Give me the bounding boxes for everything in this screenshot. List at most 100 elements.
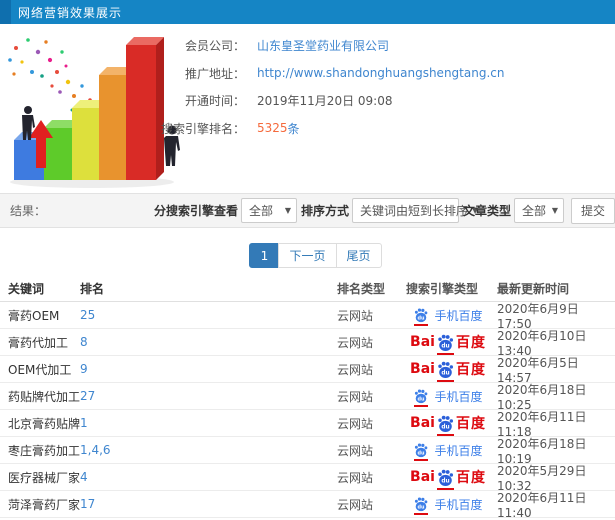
rank-count-value: 5325	[257, 121, 288, 136]
rank-type-cell: 云网站	[337, 470, 374, 485]
rank-type-cell: 云网站	[337, 308, 374, 323]
baidu-logo-icon: du	[436, 468, 455, 490]
result-label: 结果：	[10, 204, 47, 218]
keyword-rank-table: 关键词 排名 排名类型 搜索引擎类型 最新更新时间 膏药OEM 25 云网站 d…	[0, 276, 615, 520]
promo-url-link[interactable]: http://www.shandonghuangshengtang.cn	[257, 66, 504, 80]
updated-cell: 2020年6月11日 11:40	[497, 490, 587, 520]
rank-type-cell: 云网站	[337, 335, 374, 350]
rank-link[interactable]: 27	[80, 389, 337, 403]
mobile-baidu-icon: du	[413, 388, 429, 407]
open-time-value: 2019年11月20日 09:08	[257, 94, 393, 109]
svg-text:du: du	[441, 370, 449, 376]
table-row: OEM代加工 9 云网站 Bai du 百度 2020年6月5日 14:57	[0, 356, 615, 385]
baidu-logo-text: Bai	[410, 334, 435, 350]
header-updated: 最新更新时间	[497, 282, 570, 296]
mobile-baidu-icon: du	[413, 442, 429, 461]
table-row: 膏药OEM 25 云网站 du 手机百度 2020年6月9日 17:50	[0, 302, 615, 331]
chevron-down-icon: ▼	[284, 206, 291, 215]
engine-label: 手机百度	[434, 497, 483, 512]
rank-type-cell: 云网站	[337, 497, 374, 512]
keyword-cell: 膏药代加工	[8, 335, 69, 350]
keyword-cell: 膏药OEM	[8, 308, 60, 323]
rank-link[interactable]: 9	[80, 362, 337, 376]
engine-cell: Bai du 百度	[399, 332, 497, 355]
engine-filter-label: 分搜索引擎查看	[153, 204, 238, 218]
rank-type-cell: 云网站	[337, 389, 374, 404]
engine-filter-select[interactable]: 全部 ▼	[240, 198, 297, 223]
company-name-link[interactable]: 山东皇圣堂药业有限公司	[257, 37, 389, 54]
engine-cell: du 手机百度	[399, 442, 497, 461]
table-row: 药贴牌代加工 27 云网站 du 手机百度 2020年6月18日 10:25	[0, 383, 615, 412]
keyword-cell: 药贴牌代加工	[8, 389, 81, 404]
last-page-button[interactable]: 尾页	[335, 243, 382, 268]
rank-link[interactable]: 4	[80, 470, 337, 484]
svg-text:du: du	[441, 478, 449, 484]
baidu-logo-text: Bai	[410, 415, 435, 431]
keyword-cell: 北京膏药贴牌	[8, 416, 81, 431]
engine-cell: Bai du 百度	[399, 359, 497, 382]
table-body: 膏药OEM 25 云网站 du 手机百度 2020年6月9日 17:50 膏药代加…	[0, 302, 615, 520]
header-rank: 排名	[80, 282, 105, 296]
rank-count-unit: 条	[287, 121, 300, 136]
submit-button[interactable]: 提交	[571, 197, 615, 224]
rank-link[interactable]: 1,4,6	[80, 443, 337, 457]
open-time-label: 开通时间：	[184, 94, 245, 109]
baidu-logo-cn: 百度	[455, 335, 486, 351]
engine-cell: du 手机百度	[399, 496, 497, 515]
title-bar-edge	[0, 0, 11, 24]
svg-text:du: du	[418, 504, 426, 510]
chevron-down-icon: ▼	[551, 206, 558, 215]
page: 网络营销效果展示 会员公司： 山东皇圣堂药业有限公司 推广地址： http://…	[0, 0, 615, 520]
page-1-button[interactable]: 1	[249, 243, 280, 268]
baidu-logo-cn: 百度	[455, 362, 486, 378]
info-section: 会员公司： 山东皇圣堂药业有限公司 推广地址： http://www.shand…	[0, 24, 615, 193]
rank-type-cell: 云网站	[337, 416, 374, 431]
rank-type-cell: 云网站	[337, 362, 374, 377]
info-row-rank-count: 搜索引擎排名： 5325 条	[125, 115, 504, 143]
svg-text:du: du	[441, 424, 449, 430]
baidu-logo-text: Bai	[410, 361, 435, 377]
table-row: 枣庄膏药加工 1,4,6 云网站 du 手机百度 2020年6月18日 10:19	[0, 437, 615, 466]
company-label: 会员公司：	[184, 39, 245, 54]
engine-label: 手机百度	[434, 308, 483, 323]
keyword-cell: 枣庄膏药加工	[8, 443, 81, 458]
rank-link[interactable]: 17	[80, 497, 337, 511]
article-type-select[interactable]: 全部 ▼	[514, 198, 564, 223]
header-keyword: 关键词	[8, 282, 45, 296]
rank-link[interactable]: 8	[80, 335, 337, 349]
company-info: 会员公司： 山东皇圣堂药业有限公司 推广地址： http://www.shand…	[125, 32, 504, 142]
keyword-cell: 菏泽膏药厂家	[8, 497, 81, 512]
rank-link[interactable]: 1	[80, 416, 337, 430]
engine-cell: Bai du 百度	[399, 467, 497, 490]
next-page-button[interactable]: 下一页	[278, 243, 337, 268]
svg-text:du: du	[441, 343, 449, 349]
title-bar: 网络营销效果展示	[0, 0, 615, 24]
svg-text:du: du	[418, 396, 426, 402]
keyword-cell: 医疗器械厂家	[8, 470, 81, 485]
rank-link[interactable]: 25	[80, 308, 337, 322]
keyword-cell: OEM代加工	[8, 362, 72, 377]
engine-cell: du 手机百度	[399, 307, 497, 326]
engine-cell: du 手机百度	[399, 388, 497, 407]
sort-filter-select[interactable]: 关键词由短到长排序 ▼	[351, 198, 478, 223]
info-row-url: 推广地址： http://www.shandonghuangshengtang.…	[125, 60, 504, 88]
rank-count-label: 搜索引擎排名：	[160, 121, 245, 136]
table-header-row: 关键词 排名 排名类型 搜索引擎类型 最新更新时间	[0, 276, 615, 302]
table-row: 菏泽膏药厂家 17 云网站 du 手机百度 2020年6月11日 11:40	[0, 490, 615, 520]
baidu-logo-icon: du	[436, 360, 455, 382]
baidu-logo-cn: 百度	[455, 416, 486, 432]
promo-url-label: 推广地址：	[184, 66, 245, 81]
info-row-company: 会员公司： 山东皇圣堂药业有限公司	[125, 32, 504, 60]
table-row: 医疗器械厂家 4 云网站 Bai du 百度 2020年5月29日 10:32	[0, 464, 615, 493]
mobile-baidu-icon: du	[413, 496, 429, 515]
header-rank-type: 排名类型	[337, 282, 386, 296]
info-row-open-time: 开通时间： 2019年11月20日 09:08	[125, 87, 504, 115]
rank-type-cell: 云网站	[337, 443, 374, 458]
sort-filter-label: 排序方式	[300, 204, 349, 218]
baidu-logo-cn: 百度	[455, 470, 486, 486]
baidu-logo-text: Bai	[410, 469, 435, 485]
table-row: 膏药代加工 8 云网站 Bai du 百度 2020年6月10日 13:40	[0, 329, 615, 358]
mobile-baidu-icon: du	[413, 307, 429, 326]
engine-cell: Bai du 百度	[399, 413, 497, 436]
engine-label: 手机百度	[434, 389, 483, 404]
